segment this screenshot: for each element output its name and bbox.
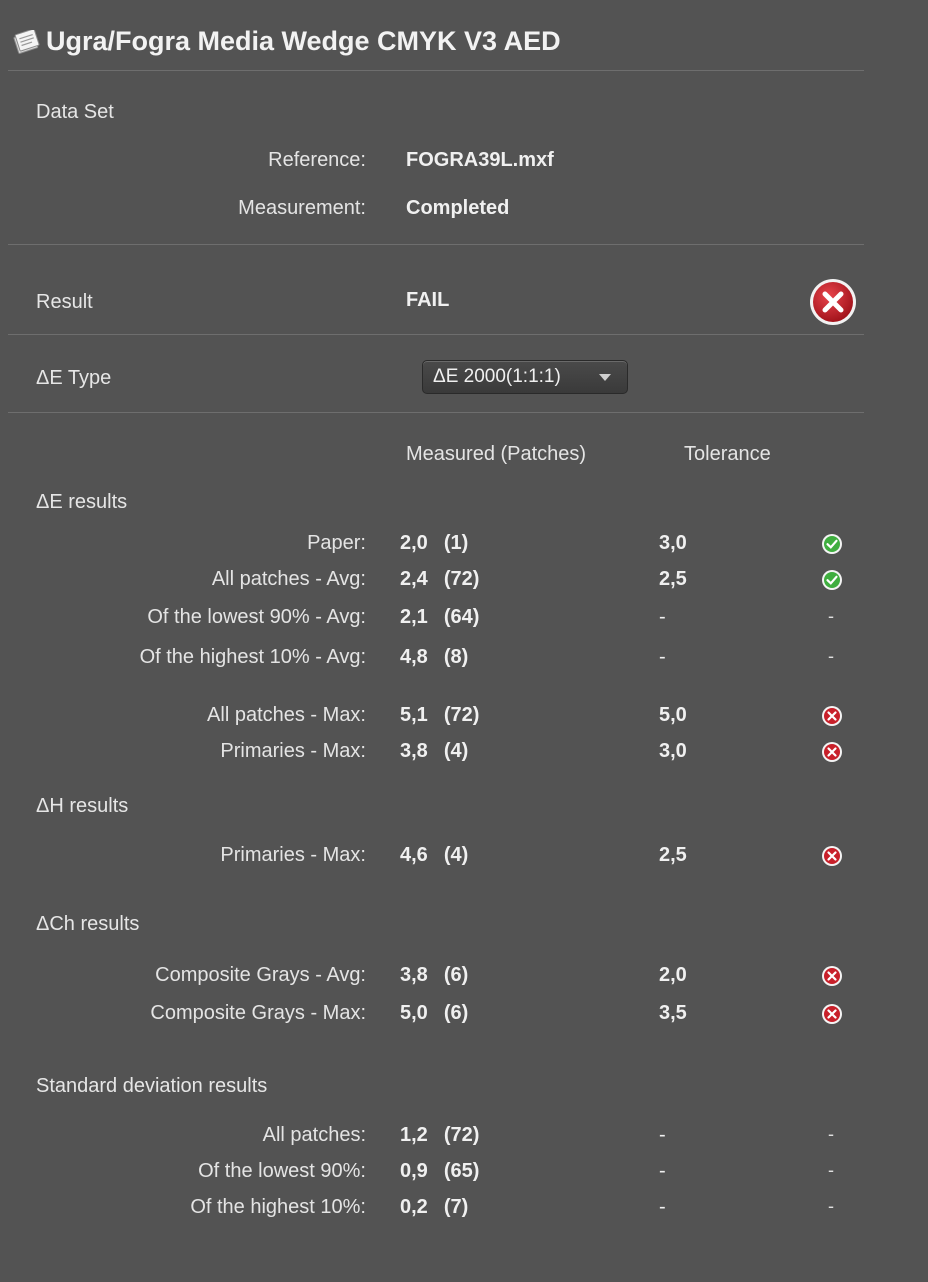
measured-cell: 3,8 (6): [400, 964, 468, 987]
measured-cell: 4,8 (8): [400, 646, 468, 669]
data-set-heading: Data Set: [36, 101, 114, 123]
measurement-label: Measurement:: [238, 197, 366, 219]
row-label: Of the highest 10% - Avg:: [139, 646, 366, 668]
measured-value: 3,8: [400, 964, 428, 986]
measured-value: 4,8: [400, 646, 428, 668]
tolerance-value: 3,0: [659, 740, 687, 762]
row-label: Of the highest 10%:: [190, 1196, 366, 1218]
status-none: -: [828, 1160, 834, 1180]
status-none: -: [828, 1124, 834, 1144]
fail-icon: [822, 966, 842, 986]
row-label: Primaries - Max:: [220, 844, 366, 866]
measured-value: 5,1: [400, 704, 428, 726]
measured-value: 1,2: [400, 1124, 428, 1146]
result-value: FAIL: [406, 289, 450, 311]
pass-icon: [822, 570, 842, 590]
patch-count: (7): [443, 1196, 469, 1218]
measured-cell: 4,6 (4): [400, 844, 468, 867]
divider: [8, 70, 864, 71]
measured-cell: 5,1 (72): [400, 704, 479, 727]
measured-cell: 3,8 (4): [400, 740, 468, 763]
measured-cell: 1,2 (72): [400, 1124, 479, 1147]
tolerance-value: -: [659, 1124, 666, 1146]
fail-icon: [822, 1004, 842, 1024]
de-type-label: ΔE Type: [36, 367, 112, 389]
measured-cell: 2,0 (1): [400, 532, 468, 555]
patch-count: (72): [443, 704, 480, 726]
measured-value: 0,9: [400, 1160, 428, 1182]
patch-count: (8): [443, 646, 469, 668]
sd-results-heading: Standard deviation results: [36, 1075, 268, 1097]
patch-count: (72): [443, 568, 480, 590]
measured-value: 2,0: [400, 532, 428, 554]
measured-value: 4,6: [400, 844, 428, 866]
measured-cell: 5,0 (6): [400, 1002, 468, 1025]
fail-icon: [810, 279, 856, 325]
measured-value: 0,2: [400, 1196, 428, 1218]
row-label: Of the lowest 90%:: [198, 1160, 366, 1182]
row-label: All patches - Max:: [207, 704, 366, 726]
divider: [8, 412, 864, 413]
tolerance-value: 2,5: [659, 844, 687, 866]
measured-value: 2,4: [400, 568, 428, 590]
row-label: Primaries - Max:: [220, 740, 366, 762]
fail-icon: [822, 846, 842, 866]
row-label: Composite Grays - Max:: [150, 1002, 366, 1024]
status-none: -: [828, 1196, 834, 1216]
tolerance-value: -: [659, 646, 666, 668]
patch-count: (6): [443, 964, 469, 986]
document-icon: [13, 30, 40, 54]
measured-cell: 0,9 (65): [400, 1160, 479, 1183]
dh-results-heading: ΔH results: [36, 795, 129, 817]
measured-value: 5,0: [400, 1002, 428, 1024]
pass-icon: [822, 534, 842, 554]
patch-count: (72): [443, 1124, 480, 1146]
measured-cell: 0,2 (7): [400, 1196, 468, 1219]
measurement-value: Completed: [406, 197, 510, 219]
tolerance-value: -: [659, 1160, 666, 1182]
status-none: -: [828, 646, 834, 666]
patch-count: (4): [443, 844, 469, 866]
patch-count: (65): [443, 1160, 480, 1182]
reference-value: FOGRA39L.mxf: [406, 149, 554, 171]
row-label: All patches:: [262, 1124, 366, 1146]
divider: [8, 334, 864, 335]
fail-icon: [822, 742, 842, 762]
measured-cell: 2,1 (64): [400, 606, 479, 629]
de-results-heading: ΔE results: [36, 491, 128, 513]
patch-count: (4): [443, 740, 469, 762]
divider: [8, 244, 864, 245]
tolerance-value: 2,5: [659, 568, 687, 590]
measured-value: 3,8: [400, 740, 428, 762]
measured-column-header: Measured (Patches): [406, 443, 587, 465]
measured-value: 2,1: [400, 606, 428, 628]
tolerance-value: 3,5: [659, 1002, 687, 1024]
patch-count: (64): [443, 606, 480, 628]
tolerance-column-header: Tolerance: [684, 443, 771, 465]
tolerance-value: 3,0: [659, 532, 687, 554]
tolerance-value: 5,0: [659, 704, 687, 726]
fail-icon: [822, 706, 842, 726]
result-label: Result: [36, 291, 93, 313]
row-label: Composite Grays - Avg:: [155, 964, 366, 986]
patch-count: (6): [443, 1002, 469, 1024]
patch-count: (1): [443, 532, 469, 554]
de-type-selected: ΔE 2000(1:1:1): [433, 366, 561, 387]
reference-label: Reference:: [268, 149, 366, 171]
de-type-dropdown[interactable]: ΔE 2000(1:1:1): [422, 360, 628, 394]
status-none: -: [828, 606, 834, 626]
chevron-down-icon: [599, 374, 611, 381]
dch-results-heading: ΔCh results: [36, 913, 140, 935]
tolerance-value: 2,0: [659, 964, 687, 986]
row-label: Paper:: [307, 532, 366, 554]
measured-cell: 2,4 (72): [400, 568, 479, 591]
panel-title: Ugra/Fogra Media Wedge CMYK V3 AED: [46, 26, 561, 56]
tolerance-value: -: [659, 606, 666, 628]
tolerance-value: -: [659, 1196, 666, 1218]
row-label: All patches - Avg:: [211, 568, 366, 590]
row-label: Of the lowest 90% - Avg:: [147, 606, 366, 628]
